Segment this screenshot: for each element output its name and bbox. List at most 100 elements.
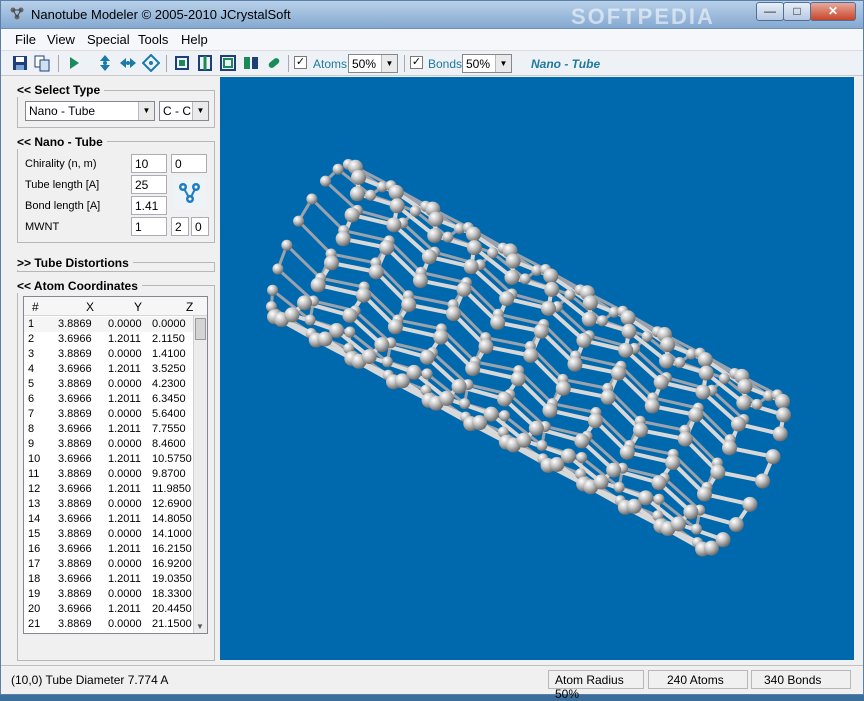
column-header-x[interactable]: X xyxy=(86,300,94,314)
table-row[interactable]: 6 3.6966 1.2011 6.3450 xyxy=(24,392,194,407)
atom xyxy=(344,326,356,338)
atoms-checkbox[interactable]: ✓ xyxy=(294,56,307,69)
scroll-thumb[interactable] xyxy=(195,318,206,340)
close-button[interactable]: ✕ xyxy=(810,2,856,21)
nanotube-header[interactable]: << Nano - Tube xyxy=(17,135,107,149)
cell-z: 14.8050 xyxy=(152,513,192,525)
nanotube-model[interactable] xyxy=(220,77,854,660)
atom xyxy=(304,314,316,326)
structure-type-select[interactable]: Nano - Tube ▼ xyxy=(25,101,155,121)
table-row[interactable]: 18 3.6966 1.2011 19.0350 xyxy=(24,572,194,587)
table-row[interactable]: 9 3.8869 0.0000 8.4600 xyxy=(24,437,194,452)
minimize-button[interactable]: — xyxy=(756,2,784,21)
cell-x: 3.6966 xyxy=(58,513,92,525)
table-row[interactable]: 8 3.6966 1.2011 7.7550 xyxy=(24,422,194,437)
tube-icon[interactable] xyxy=(265,54,283,72)
table-row[interactable]: 19 3.8869 0.0000 18.3300 xyxy=(24,587,194,602)
table-row[interactable]: 17 3.8869 0.0000 16.9200 xyxy=(24,557,194,572)
chirality-m-field[interactable]: 0 xyxy=(171,154,207,173)
select-type-header[interactable]: << Select Type xyxy=(17,83,105,97)
tube-length-field[interactable]: 25 xyxy=(131,175,167,194)
atom xyxy=(465,361,481,377)
table-row[interactable]: 1 3.8869 0.0000 0.0000 xyxy=(24,317,194,332)
build-tube-icon[interactable] xyxy=(174,177,206,209)
atom xyxy=(653,374,669,390)
table-row[interactable]: 10 3.6966 1.2011 10.5750 xyxy=(24,452,194,467)
play-icon[interactable] xyxy=(65,54,83,72)
atom xyxy=(427,228,443,244)
atom xyxy=(374,337,390,353)
atom xyxy=(710,464,726,480)
table-row[interactable]: 5 3.8869 0.0000 4.2300 xyxy=(24,377,194,392)
coordinates-header[interactable]: << Atom Coordinates xyxy=(17,279,142,293)
mwnt-field-2[interactable]: 2 xyxy=(171,217,189,236)
menu-special[interactable]: Special xyxy=(87,32,130,47)
rotate-vertical-icon[interactable] xyxy=(96,54,114,72)
menu-bar: File View Special Tools Help xyxy=(1,29,863,51)
menu-view[interactable]: View xyxy=(47,32,75,47)
menu-tools[interactable]: Tools xyxy=(138,32,168,47)
bonds-size-select[interactable]: 50% ▼ xyxy=(462,54,512,73)
atom xyxy=(344,207,360,223)
table-row[interactable]: 12 3.6966 1.2011 11.9850 xyxy=(24,482,194,497)
table-row[interactable]: 14 3.6966 1.2011 14.8050 xyxy=(24,512,194,527)
atom xyxy=(496,391,512,407)
view-split-icon[interactable] xyxy=(242,54,260,72)
bonds-checkbox[interactable]: ✓ xyxy=(410,56,423,69)
atoms-size-select[interactable]: 50% ▼ xyxy=(348,54,398,73)
atom xyxy=(387,319,403,335)
scroll-down-icon[interactable]: ▼ xyxy=(196,622,204,631)
table-row[interactable]: 11 3.8869 0.0000 9.8700 xyxy=(24,467,194,482)
mwnt-field-3[interactable]: 0 xyxy=(191,217,209,236)
table-row[interactable]: 13 3.8869 0.0000 12.6900 xyxy=(24,497,194,512)
table-row[interactable]: 2 3.6966 1.2011 2.1150 xyxy=(24,332,194,347)
table-row[interactable]: 16 3.6966 1.2011 16.2150 xyxy=(24,542,194,557)
3d-viewport[interactable] xyxy=(220,77,854,660)
atom xyxy=(319,175,331,187)
maximize-button[interactable]: □ xyxy=(783,2,811,21)
table-row[interactable]: 20 3.6966 1.2011 20.4450 xyxy=(24,602,194,617)
cell-index: 21 xyxy=(28,618,41,630)
window-title: Nanotube Modeler © 2005-2010 JCrystalSof… xyxy=(31,7,291,22)
mwnt-walls-field[interactable]: 1 xyxy=(131,217,167,236)
element-pair-select[interactable]: C - C ▼ xyxy=(159,101,209,121)
menu-help[interactable]: Help xyxy=(181,32,208,47)
atom xyxy=(581,311,597,327)
atom xyxy=(365,189,377,201)
chevron-down-icon: ▼ xyxy=(192,102,208,120)
table-row[interactable]: 4 3.6966 1.2011 3.5250 xyxy=(24,362,194,377)
table-row[interactable]: 3 3.8869 0.0000 1.4100 xyxy=(24,347,194,362)
cell-index: 19 xyxy=(28,588,41,600)
copy-icon[interactable] xyxy=(33,54,51,72)
atom xyxy=(401,297,417,313)
atom xyxy=(641,331,653,343)
bond-length-field[interactable]: 1.41 xyxy=(131,196,167,215)
atom-coordinates-table[interactable]: # X Y Z 1 3.8869 0.0000 0.0000 2 3.6966 1.2011… xyxy=(23,296,208,634)
table-row[interactable]: 21 3.8869 0.0000 21.1500 xyxy=(24,617,194,632)
cell-z: 18.3300 xyxy=(152,588,192,600)
atom xyxy=(677,431,693,447)
distortions-header[interactable]: >> Tube Distortions xyxy=(17,256,133,270)
table-row[interactable]: 15 3.8869 0.0000 14.1000 xyxy=(24,527,194,542)
view-top-icon[interactable] xyxy=(219,54,237,72)
cell-x: 3.6966 xyxy=(58,603,92,615)
view-front-icon[interactable] xyxy=(173,54,191,72)
atom xyxy=(540,300,556,316)
column-header-index[interactable]: # xyxy=(32,300,39,314)
table-scrollbar[interactable]: ▼ xyxy=(193,316,207,633)
toolbar-separator xyxy=(166,55,167,72)
cell-x: 3.6966 xyxy=(58,573,92,585)
column-header-y[interactable]: Y xyxy=(134,300,142,314)
atoms-size-value: 50% xyxy=(352,57,377,71)
view-side-icon[interactable] xyxy=(196,54,214,72)
reset-view-icon[interactable] xyxy=(142,54,160,72)
table-row[interactable]: 7 3.8869 0.0000 5.6400 xyxy=(24,407,194,422)
rotate-horizontal-icon[interactable] xyxy=(119,54,137,72)
save-icon[interactable] xyxy=(11,54,29,72)
atom xyxy=(633,422,649,438)
chirality-n-field[interactable]: 10 xyxy=(131,154,167,173)
column-header-z[interactable]: Z xyxy=(186,300,193,314)
bond-length-label: Bond length [A] xyxy=(25,200,101,212)
menu-file[interactable]: File xyxy=(15,32,36,47)
title-bar[interactable]: Nanotube Modeler © 2005-2010 JCrystalSof… xyxy=(1,1,863,29)
